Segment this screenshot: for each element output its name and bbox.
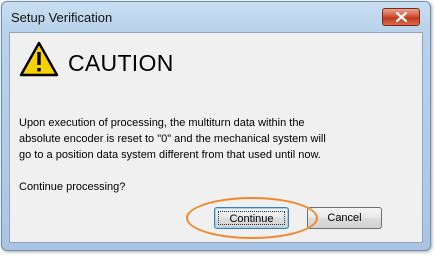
message-line: absolute encoder is reset to "0" and the… <box>19 133 326 145</box>
close-button[interactable] <box>382 8 420 26</box>
close-icon <box>396 12 407 22</box>
warning-triangle-icon <box>19 41 59 77</box>
dialog-body: CAUTION Upon execution of processing, th… <box>9 32 423 243</box>
continue-prompt: Continue processing? <box>19 181 126 193</box>
message-line: Upon execution of processing, the multit… <box>19 117 305 129</box>
cancel-button[interactable]: Cancel <box>307 207 382 229</box>
continue-button-label: Continue <box>218 211 285 225</box>
title-bar[interactable]: Setup Verification <box>2 2 430 32</box>
caution-heading: CAUTION <box>68 50 174 76</box>
dialog-window: Setup Verification CAUTION Upon executio… <box>1 1 431 251</box>
window-title: Setup Verification <box>11 10 113 25</box>
warning-message: Upon execution of processing, the multit… <box>19 115 419 163</box>
continue-button[interactable]: Continue <box>214 207 289 229</box>
message-line: go to a position data system different f… <box>19 149 321 161</box>
